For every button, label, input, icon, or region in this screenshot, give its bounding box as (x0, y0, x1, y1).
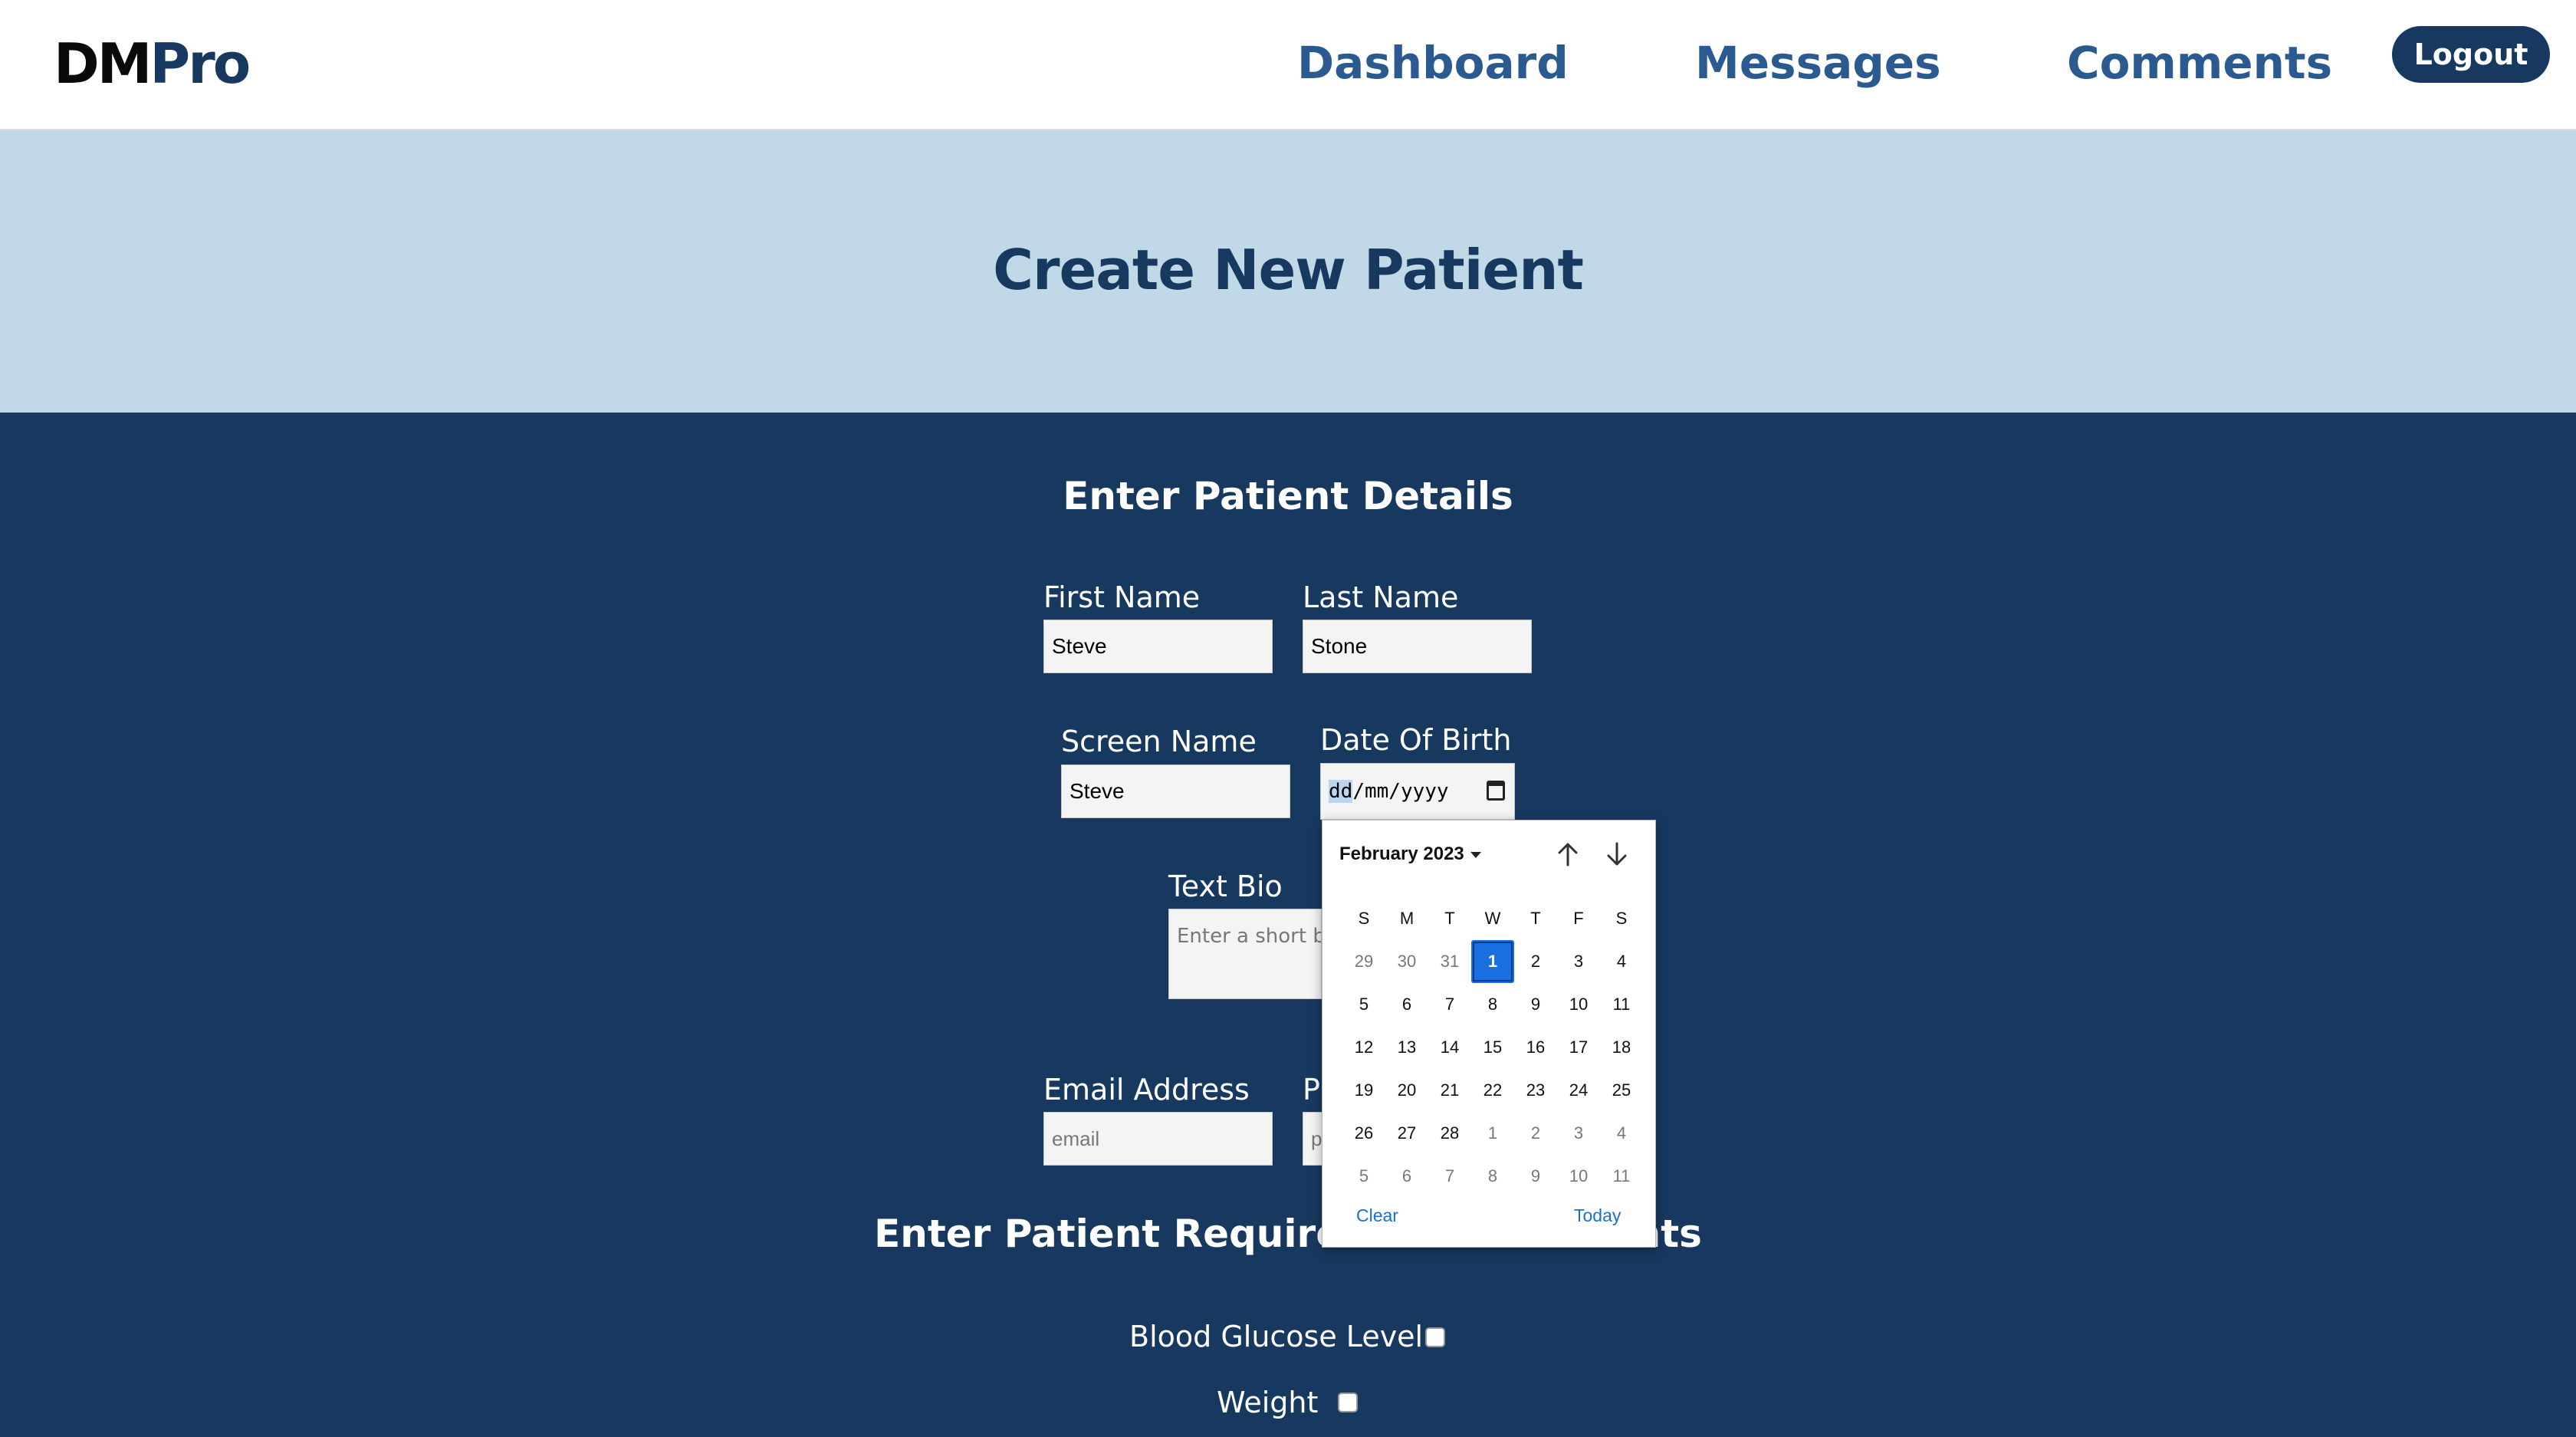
dob-year-segment[interactable]: yyyy (1401, 780, 1449, 803)
calendar-day[interactable]: 17 (1557, 1026, 1600, 1069)
weekday-header: W (1484, 909, 1501, 928)
calendar-icon[interactable] (1487, 781, 1505, 801)
calendar-day[interactable]: 15 (1471, 1026, 1514, 1069)
bio-label: Text Bio (1168, 870, 1283, 903)
calendar-day[interactable]: 31 (1428, 940, 1471, 983)
calendar-day[interactable]: 4 (1600, 940, 1643, 983)
logo-dm: DM (54, 31, 152, 96)
calendar-day[interactable]: 2 (1514, 940, 1557, 983)
calendar-day[interactable]: 16 (1514, 1026, 1557, 1069)
app-logo[interactable]: DMPro (54, 29, 251, 98)
blood-glucose-label: Blood Glucose Level (1129, 1320, 1424, 1353)
calendar-day[interactable]: 4 (1600, 1112, 1643, 1155)
calendar-day[interactable]: 7 (1428, 1155, 1471, 1198)
calendar-day[interactable]: 23 (1514, 1069, 1557, 1112)
calendar-day[interactable]: 1 (1471, 940, 1514, 983)
arrow-down-icon[interactable] (1602, 839, 1632, 870)
calendar-day[interactable]: 10 (1557, 983, 1600, 1026)
calendar-day[interactable]: 27 (1385, 1112, 1428, 1155)
arrow-up-icon[interactable] (1552, 839, 1583, 870)
calendar-day[interactable]: 20 (1385, 1069, 1428, 1112)
nav-comments-link[interactable]: Comments (2067, 32, 2332, 94)
calendar-day[interactable]: 6 (1385, 1155, 1428, 1198)
calendar-day[interactable]: 30 (1385, 940, 1428, 983)
calendar-day[interactable]: 18 (1600, 1026, 1643, 1069)
calendar-day[interactable]: 8 (1471, 1155, 1514, 1198)
calendar-day[interactable]: 9 (1514, 983, 1557, 1026)
calendar-day[interactable]: 8 (1471, 983, 1514, 1026)
calendar-day[interactable]: 10 (1557, 1155, 1600, 1198)
caret-down-icon (1470, 851, 1481, 858)
calendar-day[interactable]: 3 (1557, 940, 1600, 983)
email-label: Email Address (1043, 1073, 1250, 1107)
logo-pro: Pro (150, 31, 251, 96)
screen-name-input[interactable]: Steve (1061, 765, 1290, 818)
screen-name-label: Screen Name (1061, 725, 1257, 758)
calendar-day[interactable]: 7 (1428, 983, 1471, 1026)
calendar-day[interactable]: 5 (1342, 983, 1385, 1026)
dob-separator: / (1352, 780, 1365, 803)
weight-checkbox[interactable] (1338, 1393, 1358, 1412)
calendar-day[interactable]: 3 (1557, 1112, 1600, 1155)
calendar-day[interactable]: 14 (1428, 1026, 1471, 1069)
calendar-grid: S M T W T F S 29 30 31 1 2 3 4 5 6 7 8 9 10 11 12 13 14 15 16 17 18… (1342, 897, 1643, 1198)
dob-separator: / (1388, 780, 1401, 803)
weight-label: Weight (1217, 1386, 1319, 1419)
calendar-month-label: February 2023 (1339, 843, 1464, 864)
details-section-title: Enter Patient Details (1063, 474, 1513, 518)
calendar-day[interactable]: 11 (1600, 983, 1643, 1026)
weekday-header: S (1358, 909, 1370, 928)
dob-month-segment[interactable]: mm (1365, 780, 1388, 803)
weekday-header: T (1444, 909, 1455, 928)
nav-messages-link[interactable]: Messages (1695, 32, 1941, 94)
phone-label: P (1303, 1073, 1320, 1107)
calendar-day[interactable]: 13 (1385, 1026, 1428, 1069)
last-name-input[interactable]: Stone (1303, 620, 1532, 673)
weekday-header: M (1399, 909, 1414, 928)
calendar-day[interactable]: 11 (1600, 1155, 1643, 1198)
dob-input[interactable]: dd / mm / yyyy (1320, 763, 1515, 820)
weekday-header: S (1615, 909, 1628, 928)
nav-dashboard-link[interactable]: Dashboard (1297, 32, 1569, 94)
calendar-day[interactable]: 1 (1471, 1112, 1514, 1155)
blood-glucose-checkbox[interactable] (1425, 1327, 1445, 1347)
calendar-month-select[interactable]: February 2023 (1339, 843, 1481, 865)
measurements-section-title: Enter Patient Required Measurements (874, 1212, 1702, 1256)
calendar-day[interactable]: 19 (1342, 1069, 1385, 1112)
dob-day-segment[interactable]: dd (1329, 780, 1353, 803)
bio-textarea[interactable]: Enter a short b (1168, 909, 1322, 999)
email-input[interactable]: email (1043, 1112, 1273, 1166)
weekday-header: T (1530, 909, 1541, 928)
calendar-day[interactable]: 12 (1342, 1026, 1385, 1069)
calendar-clear-button[interactable]: Clear (1356, 1205, 1398, 1226)
top-navbar: DMPro Dashboard Messages Comments Logout (0, 0, 2576, 130)
calendar-day[interactable]: 21 (1428, 1069, 1471, 1112)
calendar-day[interactable]: 26 (1342, 1112, 1385, 1155)
logout-button[interactable]: Logout (2392, 26, 2550, 83)
calendar-day[interactable]: 5 (1342, 1155, 1385, 1198)
calendar-day[interactable]: 29 (1342, 940, 1385, 983)
weekday-header: F (1573, 909, 1584, 928)
date-picker-popup: February 2023 S M T W T F S 29 30 31 1 2 3 4 5 6 7 8 9 10 11… (1322, 820, 1656, 1248)
calendar-day[interactable]: 22 (1471, 1069, 1514, 1112)
calendar-today-button[interactable]: Today (1574, 1205, 1621, 1226)
calendar-day[interactable]: 2 (1514, 1112, 1557, 1155)
calendar-day[interactable]: 6 (1385, 983, 1428, 1026)
first-name-input[interactable]: Steve (1043, 620, 1273, 673)
calendar-day[interactable]: 9 (1514, 1155, 1557, 1198)
dob-label: Date Of Birth (1320, 723, 1512, 757)
calendar-day[interactable]: 24 (1557, 1069, 1600, 1112)
first-name-label: First Name (1043, 580, 1201, 614)
page-title: Create New Patient (993, 238, 1584, 302)
hero-banner: Create New Patient (0, 130, 2576, 413)
calendar-day[interactable]: 25 (1600, 1069, 1643, 1112)
calendar-day[interactable]: 28 (1428, 1112, 1471, 1155)
last-name-label: Last Name (1303, 580, 1459, 614)
